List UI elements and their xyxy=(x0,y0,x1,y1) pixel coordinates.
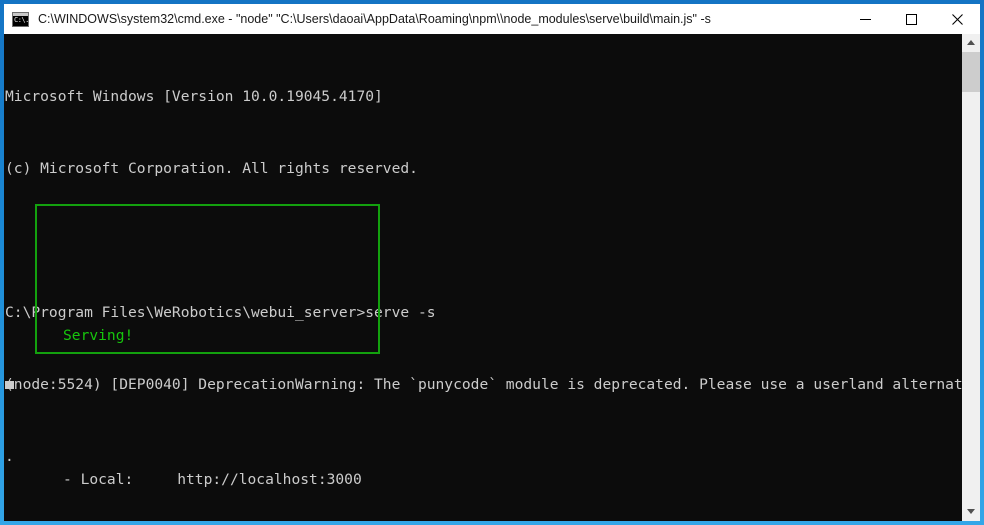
scroll-up-arrow-icon xyxy=(967,40,975,45)
console-cursor xyxy=(5,381,14,389)
close-button[interactable] xyxy=(934,4,980,34)
maximize-button[interactable] xyxy=(888,4,934,34)
serve-banner-spacer xyxy=(63,252,383,276)
minimize-button[interactable] xyxy=(842,4,888,34)
serve-local-entry: - Local: http://localhost:3000 xyxy=(63,468,383,492)
icon-prompt-glyph: C:\. xyxy=(14,15,29,24)
scroll-down-arrow-icon xyxy=(967,509,975,514)
serve-local-label: - Local: xyxy=(63,471,134,488)
close-icon xyxy=(951,13,963,25)
minimize-icon xyxy=(859,18,871,20)
serve-banner-content: Serving! - Local: http://localhost:3000 … xyxy=(63,204,383,521)
serve-local-url[interactable]: http://localhost:3000 xyxy=(177,471,362,488)
window-titlebar[interactable]: C:\. C:\WINDOWS\system32\cmd.exe - "node… xyxy=(4,4,980,34)
serving-heading: Serving! xyxy=(63,327,134,344)
scrollbar-track[interactable] xyxy=(962,52,980,503)
serve-banner-spacer xyxy=(63,396,383,420)
serve-local-pad xyxy=(133,471,177,488)
scroll-up-button[interactable] xyxy=(962,34,980,52)
maximize-icon xyxy=(905,13,917,25)
console-line: (c) Microsoft Corporation. All rights re… xyxy=(5,160,418,177)
window-title: C:\WINDOWS\system32\cmd.exe - "node" "C:… xyxy=(38,12,711,26)
console-client-area[interactable]: Microsoft Windows [Version 10.0.19045.41… xyxy=(4,34,980,521)
console-scrollbar[interactable] xyxy=(962,34,980,521)
window-controls xyxy=(842,4,980,34)
cmd-window: C:\. C:\WINDOWS\system32\cmd.exe - "node… xyxy=(0,0,984,525)
console-line: Microsoft Windows [Version 10.0.19045.41… xyxy=(5,88,383,105)
scroll-down-button[interactable] xyxy=(962,503,980,521)
scrollbar-thumb[interactable] xyxy=(962,52,980,92)
cmd-console-icon: C:\. xyxy=(12,11,29,27)
